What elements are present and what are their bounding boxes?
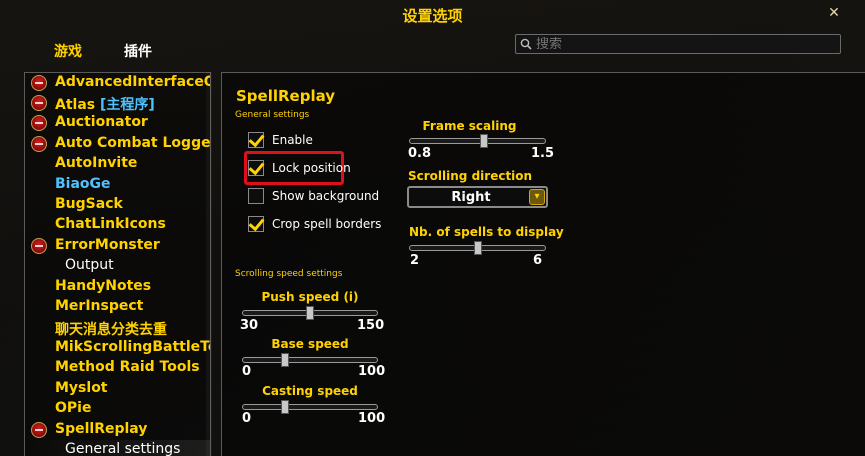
collapse-icon[interactable] bbox=[31, 95, 47, 111]
collapse-icon[interactable] bbox=[31, 238, 47, 254]
push-speed-min: 30 bbox=[240, 318, 259, 333]
casting-speed-max: 100 bbox=[358, 411, 386, 426]
window-title: 设置选项 bbox=[402, 7, 463, 25]
title-bar[interactable]: 设置选项 ✕ bbox=[0, 0, 865, 30]
frame-scaling-min: 0.8 bbox=[408, 146, 432, 161]
nb-spells-slider[interactable] bbox=[409, 241, 546, 255]
list-item[interactable]: SpellReplay bbox=[25, 420, 210, 440]
scroll-direction-value: Right bbox=[451, 190, 491, 205]
panel-title: SpellReplay bbox=[236, 87, 336, 105]
collapse-icon[interactable] bbox=[31, 422, 47, 438]
list-item[interactable]: Atlas [主程序] bbox=[25, 93, 210, 113]
nb-spells-min: 2 bbox=[410, 253, 420, 268]
addon-name: Atlas bbox=[55, 97, 100, 113]
tab-game[interactable]: 游戏 bbox=[44, 38, 92, 64]
frame-scaling-slider-thumb[interactable] bbox=[480, 134, 488, 148]
casting-speed-label: Casting speed bbox=[262, 384, 358, 398]
list-item[interactable]: ErrorMonster bbox=[25, 236, 210, 256]
push-speed-label: Push speed (i) bbox=[261, 290, 359, 304]
list-item-selected[interactable]: General settings bbox=[25, 440, 210, 456]
nb-spells-label: Nb. of spells to display bbox=[409, 225, 564, 239]
list-item[interactable]: Output bbox=[25, 256, 210, 276]
scroll-direction-label: Scrolling direction bbox=[408, 169, 533, 183]
base-speed-min: 0 bbox=[242, 364, 252, 379]
addon-tag: [主程序] bbox=[99, 97, 155, 113]
list-item[interactable]: MerInspect bbox=[25, 297, 210, 317]
base-speed-slider-thumb[interactable] bbox=[281, 353, 289, 367]
base-speed-slider[interactable] bbox=[242, 353, 378, 367]
addon-list: AdvancedInterfaceOp... Atlas [主程序] Aucti… bbox=[24, 72, 211, 456]
casting-speed-slider[interactable] bbox=[242, 400, 378, 414]
lock-position-checkbox[interactable] bbox=[248, 160, 264, 176]
casting-speed-min: 0 bbox=[242, 411, 252, 426]
list-item[interactable]: OPie bbox=[25, 399, 210, 419]
list-item[interactable]: AdvancedInterfaceOp... bbox=[25, 73, 210, 93]
show-background-checkbox-row[interactable]: Show background bbox=[248, 186, 379, 206]
addon-list-scrollbar[interactable] bbox=[206, 72, 212, 456]
list-item[interactable]: Auto Combat Logger bbox=[25, 134, 210, 154]
dropdown-arrow-icon[interactable]: ▾ bbox=[529, 189, 545, 205]
collapse-icon[interactable] bbox=[31, 75, 47, 91]
push-speed-slider[interactable] bbox=[242, 306, 378, 320]
list-item[interactable]: BugSack bbox=[25, 195, 210, 215]
close-icon[interactable]: ✕ bbox=[823, 2, 845, 24]
general-section-heading: General settings bbox=[235, 110, 310, 120]
search-icon bbox=[520, 38, 532, 50]
show-background-checkbox[interactable] bbox=[248, 188, 264, 204]
show-background-label: Show background bbox=[272, 189, 380, 203]
crop-borders-label: Crop spell borders bbox=[272, 217, 382, 231]
push-speed-slider-thumb[interactable] bbox=[306, 306, 314, 320]
base-speed-label: Base speed bbox=[271, 337, 349, 351]
crop-borders-checkbox[interactable] bbox=[248, 216, 264, 232]
casting-speed-slider-thumb[interactable] bbox=[281, 400, 289, 414]
settings-panel: SpellReplay General settings Enable Lock… bbox=[221, 72, 865, 456]
push-speed-max: 150 bbox=[357, 318, 385, 333]
base-speed-max: 100 bbox=[358, 364, 386, 379]
collapse-icon[interactable] bbox=[31, 115, 47, 131]
nb-spells-slider-thumb[interactable] bbox=[474, 241, 482, 255]
list-item[interactable]: HandyNotes bbox=[25, 277, 210, 297]
scroll-direction-dropdown[interactable]: Right ▾ bbox=[407, 186, 548, 208]
list-item[interactable]: Auctionator bbox=[25, 113, 210, 133]
settings-window: 设置选项 ✕ 游戏 插件 AdvancedInterfaceOp... Atla… bbox=[0, 0, 865, 456]
lock-position-label: Lock position bbox=[272, 161, 351, 175]
list-item[interactable]: AutoInvite bbox=[25, 154, 210, 174]
list-item[interactable]: 聊天消息分类去重 bbox=[25, 318, 210, 338]
search-box[interactable] bbox=[515, 34, 841, 54]
frame-scaling-slider[interactable] bbox=[409, 134, 546, 148]
list-item[interactable]: ChatLinkIcons bbox=[25, 215, 210, 235]
lock-position-checkbox-row[interactable]: Lock position bbox=[248, 158, 351, 178]
frame-scaling-label: Frame scaling bbox=[422, 119, 517, 133]
list-item[interactable]: Myslot bbox=[25, 379, 210, 399]
speed-section-heading: Scrolling speed settings bbox=[235, 269, 343, 279]
enable-label: Enable bbox=[272, 133, 313, 147]
search-input[interactable] bbox=[536, 36, 826, 52]
tab-addons[interactable]: 插件 bbox=[114, 38, 162, 64]
frame-scaling-max: 1.5 bbox=[531, 146, 555, 161]
enable-checkbox-row[interactable]: Enable bbox=[248, 130, 313, 150]
crop-borders-checkbox-row[interactable]: Crop spell borders bbox=[248, 214, 381, 234]
list-item[interactable]: BiaoGe bbox=[25, 175, 210, 195]
enable-checkbox[interactable] bbox=[248, 132, 264, 148]
nb-spells-max: 6 bbox=[533, 253, 543, 268]
list-item[interactable]: Method Raid Tools bbox=[25, 358, 210, 378]
collapse-icon[interactable] bbox=[31, 136, 47, 152]
list-item[interactable]: MikScrollingBattleText bbox=[25, 338, 210, 358]
